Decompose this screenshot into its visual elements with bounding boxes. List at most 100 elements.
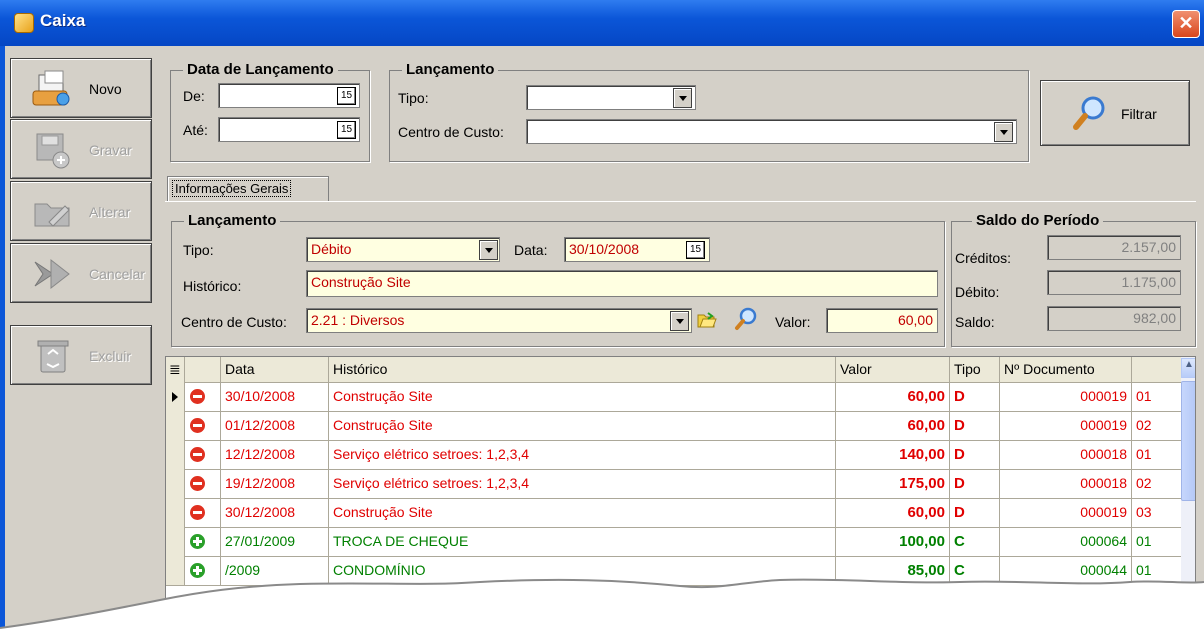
cell-tipo: D bbox=[950, 469, 1000, 498]
grid-header: ≣ Data Histórico Valor Tipo Nº Documento bbox=[166, 357, 1182, 383]
cell-parc: 03 bbox=[1132, 498, 1182, 527]
cell-data: 12/12/2008 bbox=[221, 440, 329, 469]
tab-informacoes-gerais[interactable]: Informações Gerais bbox=[167, 176, 329, 202]
cell-data: 30/10/2008 bbox=[221, 382, 329, 411]
tipo-select[interactable]: Débito bbox=[306, 237, 500, 262]
table-row[interactable]: 27/01/2009 TROCA DE CHEQUE 100,00 C 000064 01 bbox=[166, 527, 1182, 557]
cell-doc: 000019 bbox=[1000, 411, 1132, 440]
cell-parc: 01 bbox=[1132, 382, 1182, 411]
row-indicator bbox=[166, 382, 185, 411]
col-parcela[interactable] bbox=[1132, 357, 1182, 382]
row-indicator bbox=[166, 440, 185, 469]
row-status bbox=[185, 498, 221, 527]
de-calendar-icon[interactable]: 15 bbox=[337, 87, 356, 105]
cancel-arrow-icon bbox=[34, 258, 70, 290]
col-tipo[interactable]: Tipo bbox=[950, 357, 1000, 382]
tipo-filter-select[interactable] bbox=[526, 85, 696, 110]
data-lancamento-title: Data de Lançamento bbox=[183, 61, 338, 78]
col-data[interactable]: Data bbox=[221, 357, 329, 382]
table-row[interactable]: 30/12/2008 Construção Site 60,00 D 000019 03 bbox=[166, 498, 1182, 528]
cell-tipo: D bbox=[950, 382, 1000, 411]
centro-filter-dropdown-icon[interactable] bbox=[994, 122, 1013, 142]
current-row-arrow-icon bbox=[172, 392, 178, 402]
search-icon[interactable] bbox=[734, 307, 758, 331]
cell-historico: TROCA DE CHEQUE bbox=[329, 527, 836, 556]
valor-label: Valor: bbox=[775, 314, 811, 330]
tipo-dropdown-icon[interactable] bbox=[479, 240, 498, 260]
grid-menu-icon[interactable]: ≣ bbox=[166, 357, 185, 382]
plus-circle-icon bbox=[190, 534, 205, 549]
minus-circle-icon bbox=[190, 389, 205, 404]
row-indicator bbox=[166, 469, 185, 498]
row-status bbox=[185, 527, 221, 556]
excluir-label: Excluir bbox=[89, 348, 132, 364]
cell-parc: 02 bbox=[1132, 411, 1182, 440]
scroll-thumb[interactable] bbox=[1181, 381, 1195, 501]
scroll-up-icon[interactable]: ▲ bbox=[1181, 358, 1195, 378]
excluir-button[interactable]: Excluir bbox=[10, 325, 152, 385]
cell-doc: 000018 bbox=[1000, 440, 1132, 469]
centro-label: Centro de Custo: bbox=[181, 314, 287, 330]
cell-valor: 100,00 bbox=[836, 527, 950, 556]
cell-doc: 000018 bbox=[1000, 469, 1132, 498]
cell-historico: Construção Site bbox=[329, 411, 836, 440]
valor-input[interactable]: 60,00 bbox=[826, 308, 938, 333]
lancamento-form-title: Lançamento bbox=[184, 212, 281, 229]
minus-circle-icon bbox=[190, 418, 205, 433]
save-disk-icon bbox=[36, 133, 70, 169]
col-valor[interactable]: Valor bbox=[836, 357, 950, 382]
cell-doc: 000019 bbox=[1000, 382, 1132, 411]
minus-circle-icon bbox=[190, 447, 205, 462]
col-documento[interactable]: Nº Documento bbox=[1000, 357, 1132, 382]
minus-circle-icon bbox=[190, 476, 205, 491]
novo-button[interactable]: Novo bbox=[10, 58, 152, 118]
cell-tipo: D bbox=[950, 498, 1000, 527]
torn-edge-decoration bbox=[0, 578, 1204, 631]
table-row[interactable]: 30/10/2008 Construção Site 60,00 D 000019 01 bbox=[166, 382, 1182, 412]
open-folder-icon[interactable] bbox=[696, 309, 718, 331]
cell-valor: 60,00 bbox=[836, 411, 950, 440]
cell-valor: 140,00 bbox=[836, 440, 950, 469]
centro-filter-select[interactable] bbox=[526, 119, 1017, 144]
new-document-icon bbox=[32, 70, 70, 106]
cancelar-button[interactable]: Cancelar bbox=[10, 243, 152, 303]
row-status bbox=[185, 469, 221, 498]
tipo-label: Tipo: bbox=[183, 242, 214, 258]
centro-dropdown-icon[interactable] bbox=[670, 311, 689, 331]
gravar-button[interactable]: Gravar bbox=[10, 119, 152, 179]
close-button[interactable]: ✕ bbox=[1172, 10, 1200, 38]
saldo-title: Saldo do Período bbox=[972, 212, 1104, 229]
recycle-bin-icon bbox=[37, 340, 69, 373]
col-status[interactable] bbox=[185, 357, 221, 382]
creditos-value: 2.157,00 bbox=[1047, 235, 1181, 260]
lancamento-filter-group: Lançamento bbox=[389, 61, 1029, 162]
title-bar[interactable]: Caixa ✕ bbox=[0, 0, 1204, 46]
minus-circle-icon bbox=[190, 505, 205, 520]
centro-select[interactable]: 2.21 : Diversos bbox=[306, 308, 692, 333]
cell-data: 01/12/2008 bbox=[221, 411, 329, 440]
filtrar-button[interactable]: Filtrar bbox=[1040, 80, 1190, 146]
cell-valor: 60,00 bbox=[836, 382, 950, 411]
row-indicator bbox=[166, 411, 185, 440]
table-row[interactable]: 12/12/2008 Serviço elétrico setroes: 1,2,… bbox=[166, 440, 1182, 470]
saldo-value: 982,00 bbox=[1047, 306, 1181, 331]
app-icon bbox=[14, 13, 34, 33]
ate-calendar-icon[interactable]: 15 bbox=[337, 121, 356, 139]
cell-data: 27/01/2009 bbox=[221, 527, 329, 556]
row-status bbox=[185, 411, 221, 440]
de-label: De: bbox=[183, 88, 205, 104]
col-historico[interactable]: Histórico bbox=[329, 357, 836, 382]
row-status bbox=[185, 382, 221, 411]
data-label: Data: bbox=[514, 242, 548, 258]
data-calendar-icon[interactable]: 15 bbox=[686, 241, 705, 259]
historico-input[interactable]: Construção Site bbox=[306, 270, 938, 297]
cell-valor: 175,00 bbox=[836, 469, 950, 498]
cell-data: 30/12/2008 bbox=[221, 498, 329, 527]
historico-label: Histórico: bbox=[183, 278, 242, 294]
cell-historico: Construção Site bbox=[329, 498, 836, 527]
table-row[interactable]: 19/12/2008 Serviço elétrico setroes: 1,2,… bbox=[166, 469, 1182, 499]
cell-historico: Construção Site bbox=[329, 382, 836, 411]
table-row[interactable]: 01/12/2008 Construção Site 60,00 D 000019 02 bbox=[166, 411, 1182, 441]
tipo-filter-dropdown-icon[interactable] bbox=[673, 88, 692, 108]
alterar-button[interactable]: Alterar bbox=[10, 181, 152, 241]
